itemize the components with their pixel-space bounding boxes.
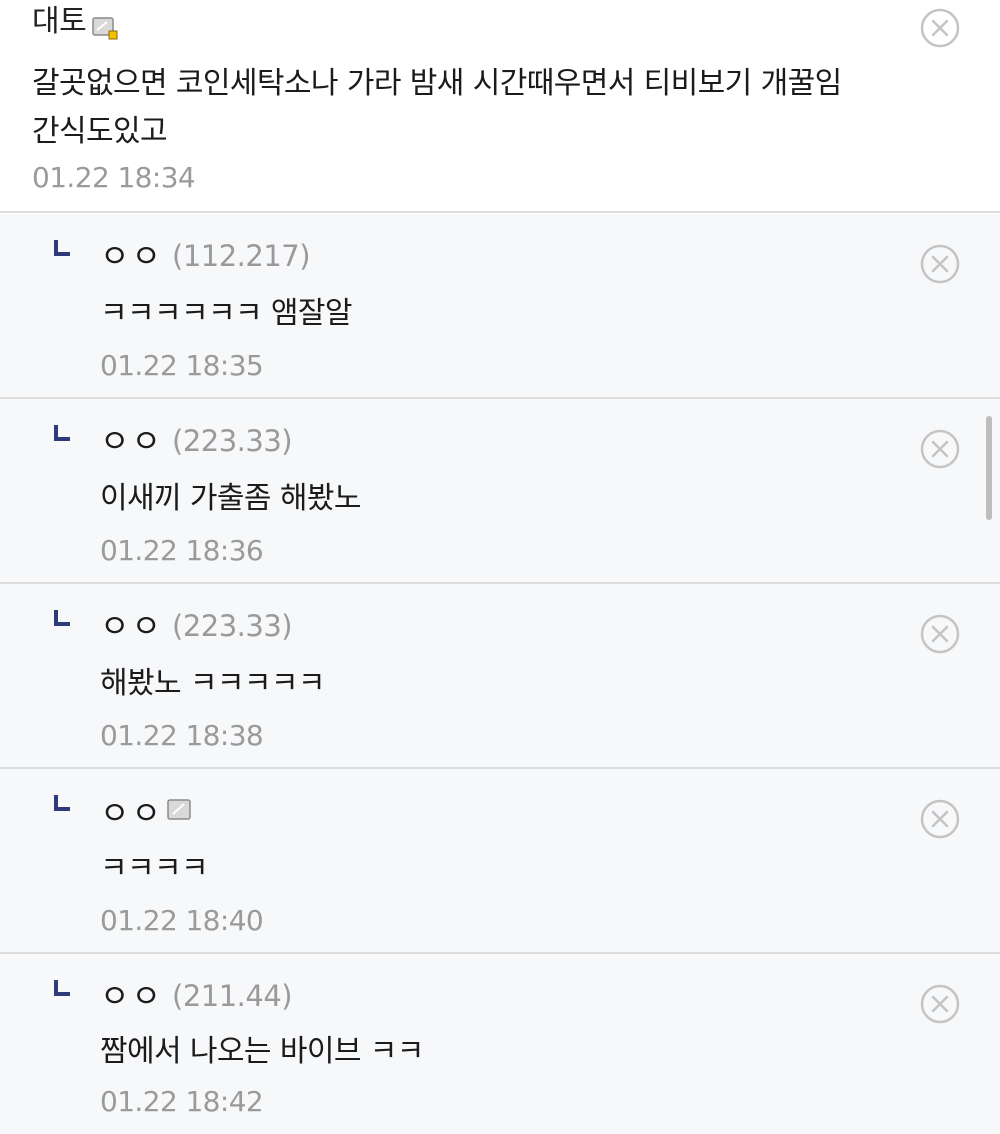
- reply-time: 01.22 18:40: [100, 904, 264, 937]
- reply-text: 이새끼 가출좀 해봤노: [100, 481, 361, 516]
- comment-item: 대토 갈곳없으면 코인세탁소나 가라 밤새 시간때우면서 티비보기 개꿀임 간식…: [0, 0, 1000, 213]
- delete-reply-icon[interactable]: [920, 799, 960, 839]
- reply-arrow-icon: [54, 610, 70, 626]
- reply-item: ㅇㅇ (223.33) 해봤노 ㅋㅋㅋㅋㅋ 01.22 18:38: [0, 584, 1000, 769]
- reply-nickname[interactable]: ㅇㅇ: [100, 236, 163, 276]
- reply-time: 01.22 18:38: [100, 719, 264, 752]
- reply-time: 01.22 18:35: [100, 349, 264, 382]
- scrollbar[interactable]: [986, 416, 992, 520]
- reply-nickname[interactable]: ㅇㅇ: [100, 421, 163, 461]
- reply-text: 해봤노 ㅋㅋㅋㅋㅋ: [100, 666, 326, 701]
- reply-item: ㅇㅇ ㅋㅋㅋㅋ 01.22 18:40: [0, 769, 1000, 954]
- reply-nickname[interactable]: ㅇㅇ: [100, 606, 163, 646]
- reply-text: ㅋㅋㅋㅋ: [100, 851, 209, 886]
- gallog-icon[interactable]: [92, 11, 118, 39]
- reply-item: ㅇㅇ (112.217) ㅋㅋㅋㅋㅋㅋ 앰잘알 01.22 18:35: [0, 214, 1000, 399]
- reply-text: 짬에서 나오는 바이브 ㅋㅋ: [100, 1034, 424, 1069]
- comment-author[interactable]: 대토: [32, 2, 118, 42]
- reply-arrow-icon: [54, 980, 70, 996]
- reply-item: ㅇㅇ (223.33) 이새끼 가출좀 해봤노 01.22 18:36: [0, 399, 1000, 584]
- reply-ip: (112.217): [172, 239, 311, 273]
- reply-arrow-icon: [54, 240, 70, 256]
- reply-nickname[interactable]: ㅇㅇ: [100, 794, 163, 832]
- reply-author[interactable]: ㅇㅇ: [100, 791, 193, 833]
- reply-ip: (223.33): [172, 424, 293, 458]
- delete-reply-icon[interactable]: [920, 429, 960, 469]
- reply-arrow-icon: [54, 425, 70, 441]
- gallog-icon[interactable]: [167, 791, 193, 820]
- delete-reply-icon[interactable]: [920, 244, 960, 284]
- delete-reply-icon[interactable]: [920, 984, 960, 1024]
- reply-ip: (211.44): [172, 979, 293, 1013]
- comment-text: 갈곳없으면 코인세탁소나 가라 밤새 시간때우면서 티비보기 개꿀임 간식도있고: [32, 66, 842, 149]
- delete-comment-icon[interactable]: [920, 8, 960, 48]
- reply-text: ㅋㅋㅋㅋㅋㅋ 앰잘알: [100, 296, 353, 331]
- comment-time: 01.22 18:34: [32, 161, 196, 194]
- reply-item: ㅇㅇ (211.44) 짬에서 나오는 바이브 ㅋㅋ 01.22 18:42: [0, 954, 1000, 1134]
- reply-nickname[interactable]: ㅇㅇ: [100, 976, 163, 1016]
- reply-time: 01.22 18:42: [100, 1085, 264, 1118]
- delete-reply-icon[interactable]: [920, 614, 960, 654]
- comment-list: 대토 갈곳없으면 코인세탁소나 가라 밤새 시간때우면서 티비보기 개꿀임 간식…: [0, 0, 1000, 1134]
- reply-time: 01.22 18:36: [100, 534, 264, 567]
- reply-arrow-icon: [54, 795, 70, 811]
- comment-nickname[interactable]: 대토: [32, 4, 87, 39]
- reply-ip: (223.33): [172, 609, 293, 643]
